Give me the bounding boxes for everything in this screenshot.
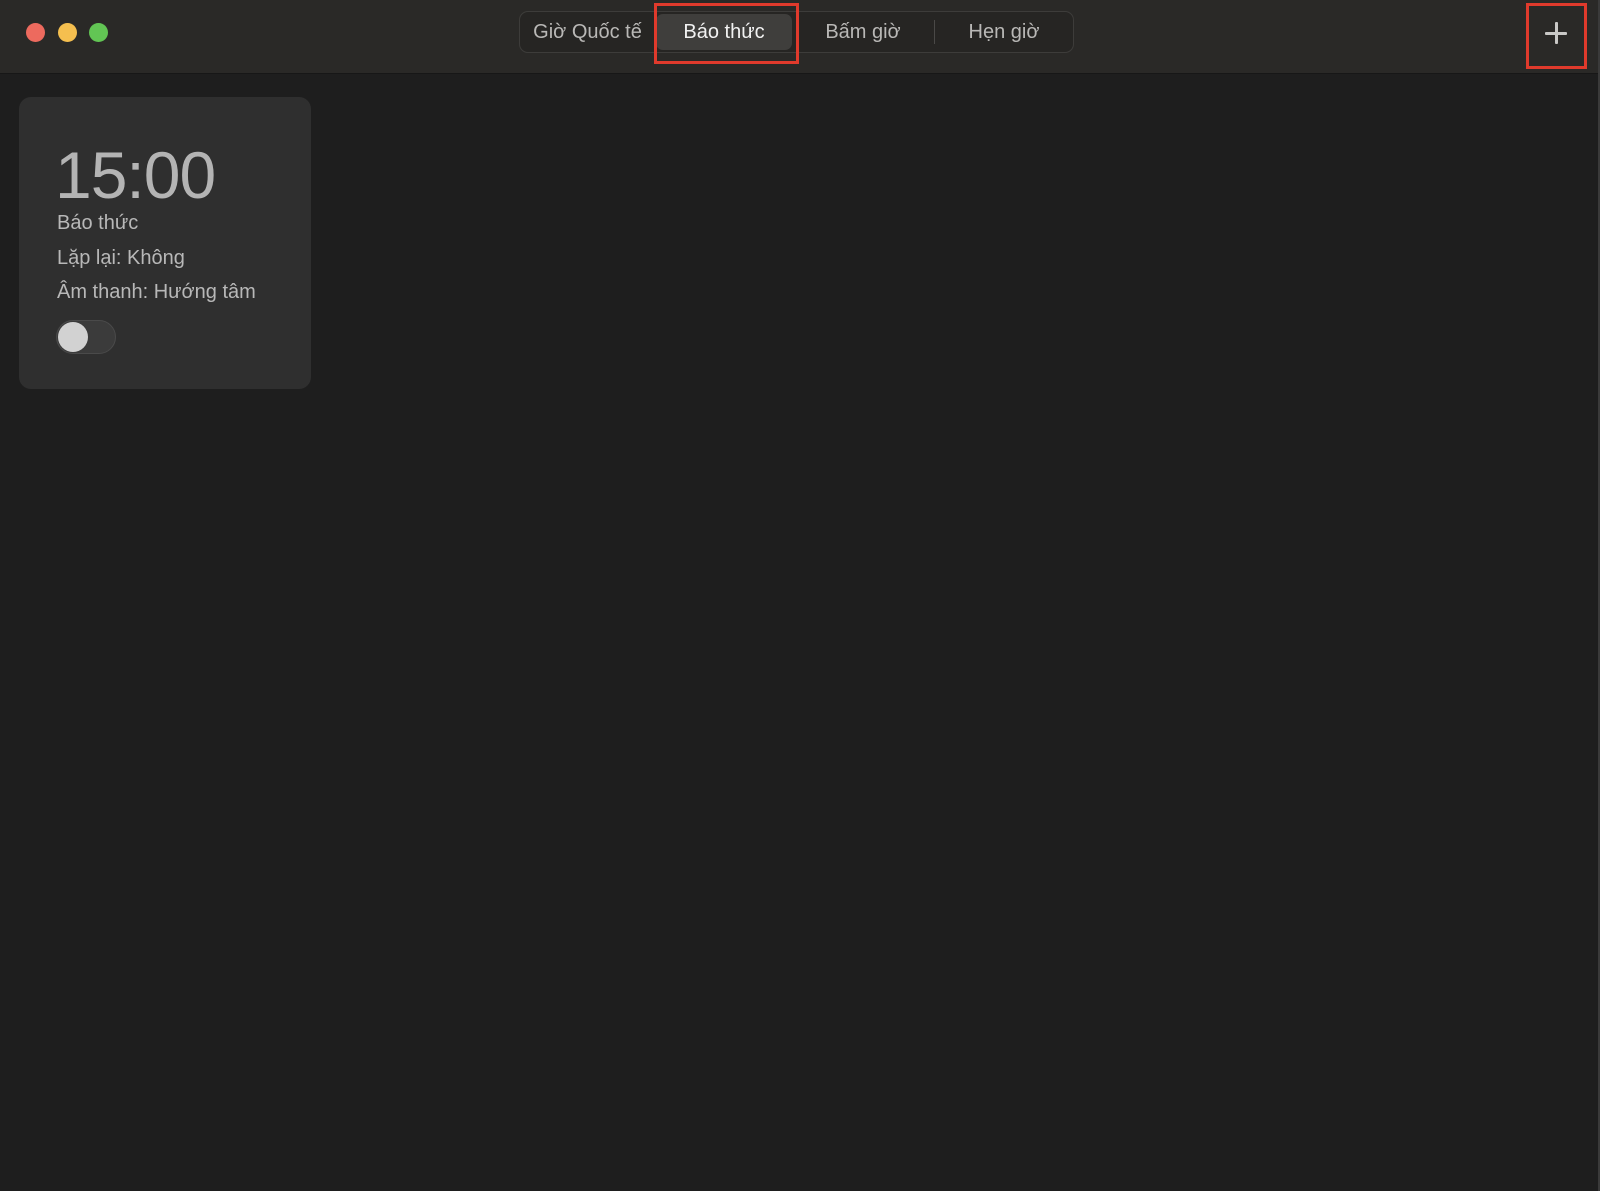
tab-alarm[interactable]: Báo thức	[656, 14, 792, 50]
alarm-time: 15:00	[55, 138, 216, 212]
minimize-window-button[interactable]	[58, 23, 77, 42]
close-window-button[interactable]	[26, 23, 45, 42]
maximize-window-button[interactable]	[89, 23, 108, 42]
tab-timer[interactable]: Hẹn giờ	[934, 12, 1074, 52]
add-alarm-button[interactable]	[1530, 8, 1582, 60]
alarm-enable-toggle[interactable]	[56, 320, 116, 354]
tab-world-clock[interactable]: Giờ Quốc tế	[520, 12, 655, 52]
alarm-label: Báo thức	[57, 212, 139, 234]
clock-mode-tabs: Giờ Quốc tế Báo thức Bấm giờ Hẹn giờ	[519, 11, 1074, 53]
title-bar: Giờ Quốc tế Báo thức Bấm giờ Hẹn giờ	[0, 0, 1598, 74]
toggle-knob	[58, 322, 88, 352]
clock-window: Giờ Quốc tế Báo thức Bấm giờ Hẹn giờ 15:…	[0, 0, 1600, 1191]
alarm-repeat: Lặp lại: Không	[57, 247, 185, 269]
alarm-card[interactable]: 15:00 Báo thức Lặp lại: Không Âm thanh: …	[19, 97, 311, 389]
alarm-sound: Âm thanh: Hướng tâm	[57, 281, 256, 303]
tab-stopwatch[interactable]: Bấm giờ	[794, 12, 932, 52]
